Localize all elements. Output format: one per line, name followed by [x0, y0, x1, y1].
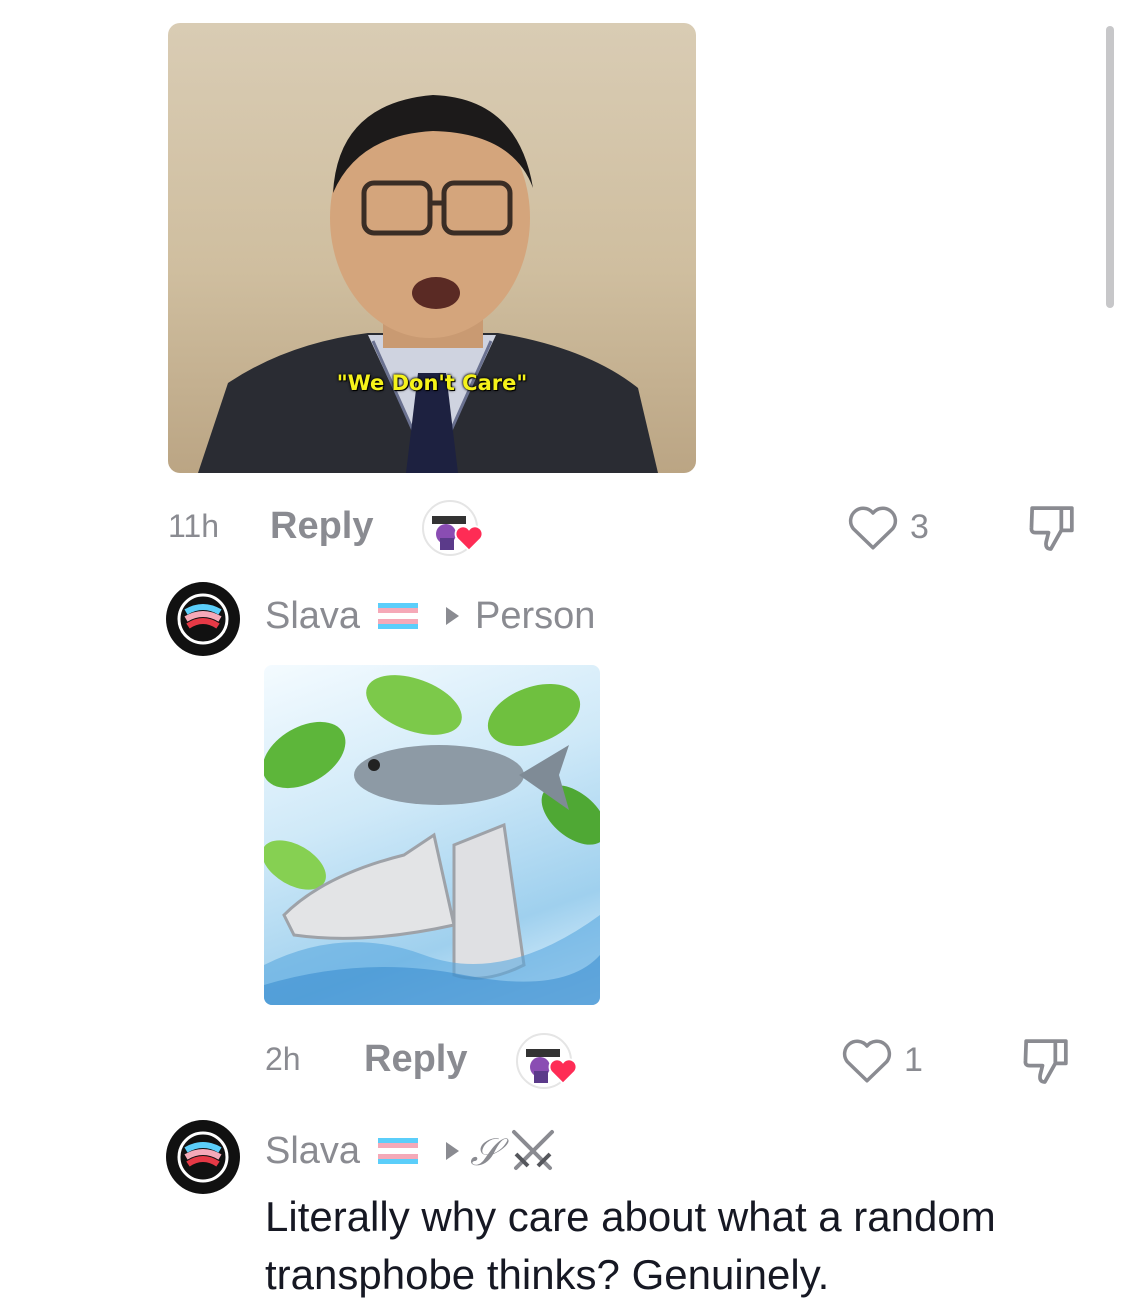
crossed-swords-icon: [508, 1126, 558, 1179]
video-caption: "We Don't Care": [336, 371, 528, 395]
comment-timestamp: 11h: [168, 508, 220, 544]
reply-arrow-icon: [446, 607, 459, 625]
creator-liked-avatar: [516, 1033, 578, 1089]
comment-timestamp: 2h: [265, 1041, 301, 1077]
transgender-flag-icon: [378, 1138, 418, 1164]
username[interactable]: Slava: [265, 595, 360, 638]
heart-icon: [548, 1058, 578, 1085]
dislike-button[interactable]: [1018, 1033, 1074, 1094]
comment-text: Literally why care about what a random t…: [265, 1193, 996, 1298]
user-avatar[interactable]: [166, 1120, 240, 1194]
comment-media-image[interactable]: [264, 665, 600, 1005]
like-button[interactable]: [840, 1036, 894, 1089]
reply-arrow-icon: [446, 1142, 459, 1160]
speaker-illustration: [198, 95, 658, 473]
user-avatar[interactable]: [166, 582, 240, 656]
transgender-flag-icon: [378, 603, 418, 629]
like-count: 1: [904, 1041, 923, 1079]
heart-outline-icon: [842, 1039, 892, 1083]
like-count: 3: [910, 508, 929, 546]
reply-button[interactable]: Reply: [270, 505, 373, 548]
reply-to-username[interactable]: Person: [475, 595, 595, 638]
thumbs-down-icon: [1023, 1039, 1068, 1084]
fish-shoes-illustration: [264, 675, 600, 1005]
reply-to-username[interactable]: 𝒮: [470, 1130, 499, 1175]
reply-button[interactable]: Reply: [364, 1038, 467, 1081]
heart-icon: [454, 525, 484, 552]
comment-media-video[interactable]: "We Don't Care": [168, 23, 696, 473]
creator-liked-avatar: [422, 500, 484, 556]
dislike-button[interactable]: [1024, 500, 1080, 561]
like-button[interactable]: [846, 503, 900, 556]
scrollbar[interactable]: [1106, 26, 1114, 308]
thumbs-down-icon: [1029, 506, 1074, 551]
heart-outline-icon: [848, 506, 898, 550]
username[interactable]: Slava: [265, 1130, 360, 1173]
